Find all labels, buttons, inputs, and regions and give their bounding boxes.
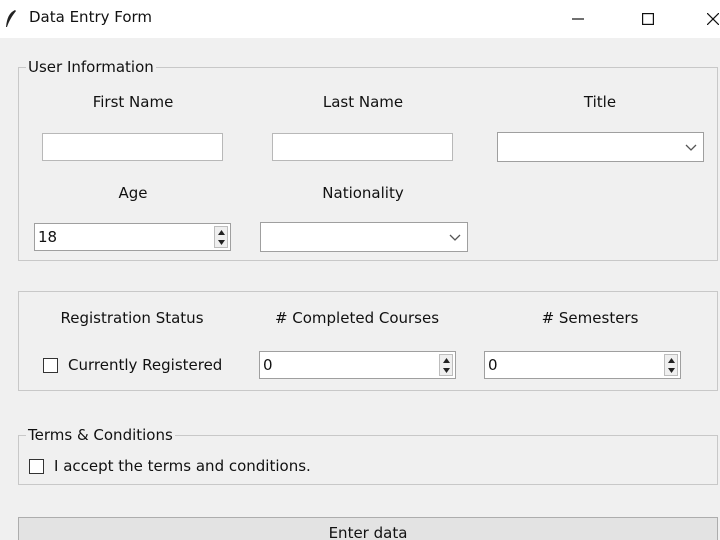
semesters-value: 0	[488, 356, 498, 374]
age-value: 18	[38, 228, 58, 246]
checkbox-box[interactable]	[43, 357, 58, 373]
age-spin-arrows[interactable]	[214, 226, 228, 248]
maximize-button[interactable]	[625, 0, 671, 38]
terms-legend: Terms & Conditions	[26, 426, 175, 444]
age-label: Age	[118, 184, 148, 202]
close-icon	[707, 13, 719, 25]
registration-status-label: Registration Status	[60, 309, 204, 327]
currently-registered-checkbox[interactable]: Currently Registered	[43, 356, 222, 374]
semesters-spinbox[interactable]: 0	[484, 351, 681, 379]
completed-courses-value: 0	[263, 356, 273, 374]
accept-terms-label: I accept the terms and conditions.	[54, 457, 311, 475]
minimize-button[interactable]	[555, 0, 601, 38]
spin-up-icon[interactable]	[440, 355, 452, 365]
title-label: Title	[583, 93, 617, 111]
currently-registered-label: Currently Registered	[68, 356, 223, 374]
close-button[interactable]	[690, 0, 720, 38]
completed-courses-spin-arrows[interactable]	[439, 354, 453, 376]
chevron-down-icon	[685, 144, 697, 151]
completed-courses-spinbox[interactable]: 0	[259, 351, 456, 379]
first-name-input[interactable]	[42, 133, 223, 161]
title-bar: Data Entry Form	[0, 0, 720, 38]
last-name-label: Last Name	[322, 93, 404, 111]
spin-down-icon[interactable]	[665, 365, 677, 375]
title-combobox[interactable]	[497, 132, 704, 162]
nationality-combobox[interactable]	[260, 222, 468, 252]
minimize-icon	[572, 18, 584, 20]
spin-up-icon[interactable]	[215, 227, 227, 237]
chevron-down-icon	[449, 234, 461, 241]
last-name-input[interactable]	[272, 133, 453, 161]
accept-terms-checkbox[interactable]: I accept the terms and conditions.	[29, 457, 311, 475]
nationality-label: Nationality	[322, 184, 404, 202]
spin-up-icon[interactable]	[665, 355, 677, 365]
first-name-label: First Name	[92, 93, 174, 111]
age-spinbox[interactable]: 18	[34, 223, 231, 251]
spin-down-icon[interactable]	[215, 237, 227, 247]
user-information-legend: User Information	[26, 58, 156, 76]
maximize-icon	[642, 13, 654, 25]
completed-courses-label: # Completed Courses	[274, 309, 440, 327]
enter-data-label: Enter data	[328, 524, 408, 540]
enter-data-button[interactable]: Enter data	[18, 517, 718, 540]
window-title: Data Entry Form	[29, 8, 153, 26]
semesters-label: # Semesters	[541, 309, 639, 327]
checkbox-box[interactable]	[29, 458, 44, 474]
spin-down-icon[interactable]	[440, 365, 452, 375]
semesters-spin-arrows[interactable]	[664, 354, 678, 376]
feather-icon	[6, 10, 16, 27]
